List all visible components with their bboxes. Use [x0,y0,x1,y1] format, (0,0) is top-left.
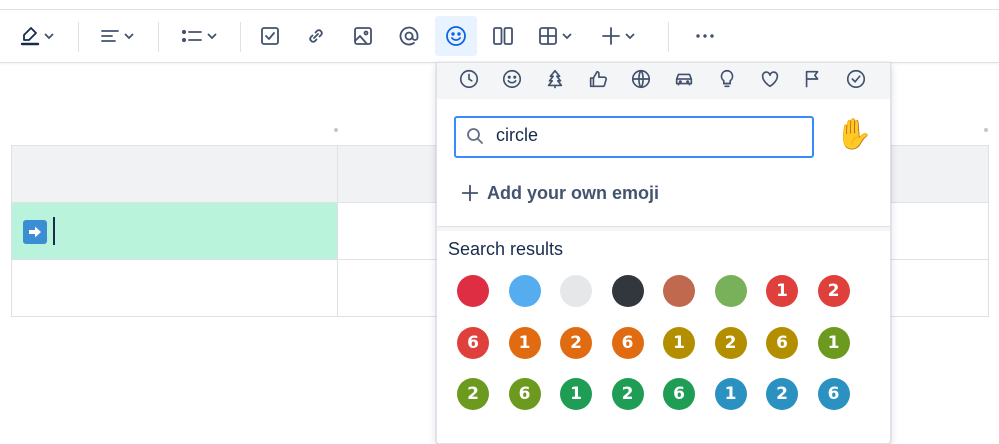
flag-icon [802,68,824,95]
mention-button[interactable] [391,16,427,56]
text-color-button[interactable] [14,16,60,56]
emoji-result[interactable] [457,275,489,307]
emoji-result[interactable]: 2 [457,378,489,410]
chevron-down-icon [560,29,574,43]
arrow-right-icon [23,220,47,244]
category-activity[interactable] [629,69,653,93]
thumbs-up-icon [587,68,609,95]
image-button[interactable] [345,16,381,56]
chevron-down-icon [122,29,136,43]
insert-button[interactable] [594,16,642,56]
table-cell-selected[interactable] [11,202,338,260]
add-emoji-label: Add your own emoji [487,182,660,203]
emoji-result[interactable]: 1 [508,326,541,359]
columns-icon [491,24,515,48]
heart-icon [759,68,781,95]
ball-icon [630,68,652,95]
car-icon [673,68,695,95]
emoji-result[interactable]: 6 [508,378,541,410]
category-symbols-hand[interactable] [586,69,610,93]
emoji-search-input[interactable]: circle [454,116,814,158]
emoji-button[interactable] [435,16,477,56]
table-cell[interactable] [11,259,338,317]
emoji-result[interactable] [611,275,644,307]
more-icon [693,24,717,48]
list-button[interactable] [175,16,223,56]
text-caret [53,217,55,245]
table-button[interactable] [530,16,580,56]
emoji-picker: circle ✋ Add your own emoji Search resul… [436,62,891,444]
toolbar-separator [240,22,241,52]
search-icon [465,126,485,151]
link-button[interactable] [298,16,334,56]
emoji-result[interactable]: 2 [714,326,747,359]
smiley-icon [444,24,468,48]
column-handle-dot[interactable] [984,128,988,132]
bullet-list-icon [179,24,205,48]
checkbox-icon [258,24,282,48]
emoji-result[interactable]: 6 [611,326,644,359]
category-symbols[interactable] [758,69,782,93]
emoji-result[interactable]: 2 [611,378,644,410]
emoji-result[interactable] [714,275,747,307]
category-objects[interactable] [715,69,739,93]
emoji-result[interactable]: 1 [560,378,592,410]
chevron-down-icon [623,29,637,43]
search-value: circle [496,125,539,145]
link-icon [304,24,328,48]
chevron-down-icon [42,29,56,43]
emoji-result[interactable]: 2 [817,275,850,307]
align-left-icon [98,24,122,48]
emoji-result[interactable] [508,275,541,307]
smiley-icon [501,68,523,95]
emoji-result[interactable]: 1 [663,326,695,359]
emoji-result[interactable]: 6 [663,378,695,410]
add-custom-emoji-button[interactable]: Add your own emoji [459,179,659,207]
bulb-icon [716,68,738,95]
emoji-result[interactable]: 6 [766,326,798,359]
image-icon [351,24,375,48]
emoji-result[interactable]: 6 [457,326,489,359]
chevron-down-icon [205,29,219,43]
table-header-cell[interactable] [11,145,338,203]
category-people[interactable] [500,69,524,93]
plus-icon [459,182,481,204]
emoji-result[interactable]: 2 [560,326,592,359]
emoji-category-bar [437,63,890,99]
check-circle-icon [845,68,867,95]
action-item-button[interactable] [252,16,288,56]
skin-tone-selector[interactable]: ✋ [835,115,872,155]
clock-icon [458,68,480,95]
toolbar-separator [668,22,669,52]
plus-icon [599,24,623,48]
toolbar-separator [158,22,159,52]
emoji-result[interactable] [663,275,695,307]
picker-divider [437,226,890,231]
layouts-button[interactable] [485,16,521,56]
emoji-result[interactable]: 1 [766,275,798,307]
search-results-title: Search results [448,239,564,259]
at-icon [397,24,421,48]
category-nature[interactable] [543,69,567,93]
align-button[interactable] [94,16,140,56]
category-travel[interactable] [672,69,696,93]
category-recent[interactable] [457,69,481,93]
table-icon [536,24,560,48]
tree-icon [544,68,566,95]
more-button[interactable] [686,16,724,56]
highlighter-icon [18,24,42,48]
emoji-result[interactable]: 2 [766,378,798,410]
column-handle-dot[interactable] [334,128,338,132]
emoji-result[interactable]: 1 [817,326,850,359]
toolbar-separator [78,22,79,52]
category-productivity[interactable] [844,69,868,93]
editor-toolbar [0,10,999,63]
emoji-result[interactable]: 1 [714,378,747,410]
category-flags[interactable] [801,69,825,93]
emoji-result[interactable]: 6 [817,378,850,410]
emoji-result[interactable] [560,275,592,307]
